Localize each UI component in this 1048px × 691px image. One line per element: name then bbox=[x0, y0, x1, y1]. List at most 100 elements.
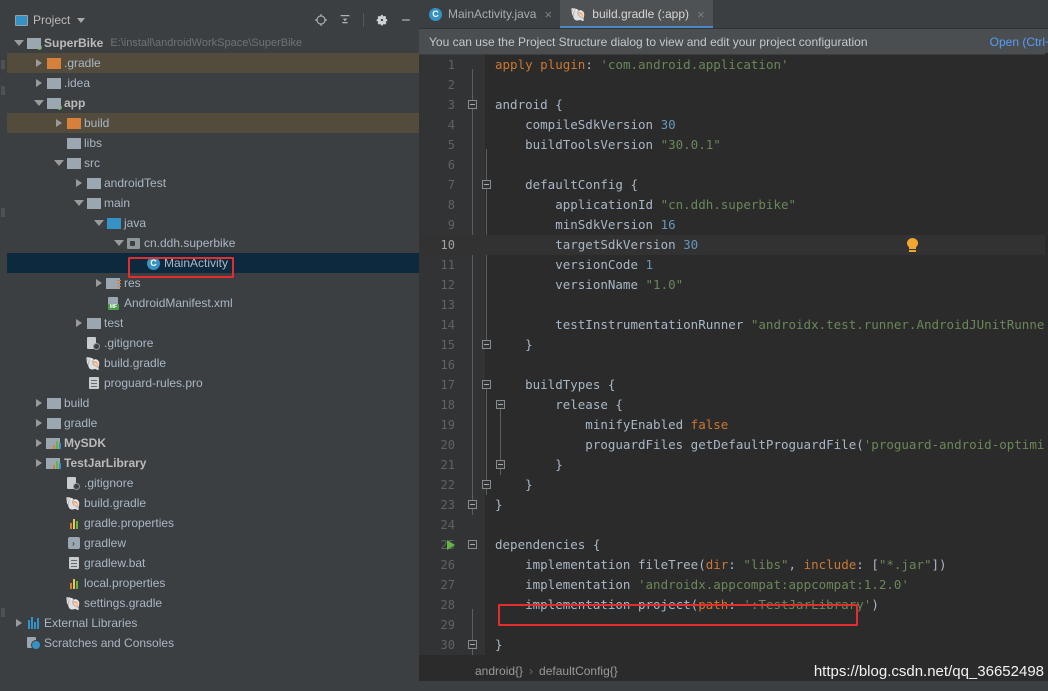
expand-arrow-collapsed-icon[interactable] bbox=[13, 613, 25, 633]
expand-arrow-collapsed-icon[interactable] bbox=[93, 273, 105, 293]
tool-window-nub[interactable] bbox=[1, 208, 5, 217]
tree-row-gradlew-bat[interactable]: gradlew.bat bbox=[7, 553, 419, 573]
tab-build-gradle-app[interactable]: 🐚 build.gradle (:app) × bbox=[560, 0, 713, 28]
expand-arrow[interactable] bbox=[53, 133, 65, 153]
expand-arrow-expanded-icon[interactable] bbox=[73, 193, 85, 213]
tree-row--gitignore[interactable]: .gitignore bbox=[7, 473, 419, 493]
expand-arrow-collapsed-icon[interactable] bbox=[33, 73, 45, 93]
close-icon[interactable]: × bbox=[542, 8, 552, 21]
expand-arrow[interactable] bbox=[73, 353, 85, 373]
tree-row-local-properties[interactable]: local.properties bbox=[7, 573, 419, 593]
code-line[interactable]: 21 } bbox=[419, 455, 1048, 475]
expand-arrow-collapsed-icon[interactable] bbox=[33, 433, 45, 453]
expand-arrow-collapsed-icon[interactable] bbox=[33, 393, 45, 413]
code-fold-marker[interactable] bbox=[468, 540, 477, 549]
tree-row--gradle[interactable]: .gradle bbox=[7, 53, 419, 73]
code-line[interactable]: 30} bbox=[419, 635, 1048, 655]
code-fold-marker[interactable] bbox=[482, 340, 491, 349]
code-line[interactable]: 7 defaultConfig { bbox=[419, 175, 1048, 195]
tree-row-build-gradle[interactable]: 🐚 build.gradle bbox=[7, 353, 419, 373]
tree-row-testjarlibrary[interactable]: TestJarLibrary bbox=[7, 453, 419, 473]
code-line[interactable]: 17 buildTypes { bbox=[419, 375, 1048, 395]
code-fold-marker[interactable] bbox=[496, 400, 505, 409]
expand-arrow[interactable] bbox=[53, 593, 65, 613]
expand-arrow-collapsed-icon[interactable] bbox=[73, 313, 85, 333]
code-fold-marker[interactable] bbox=[482, 180, 491, 189]
tab-mainactivity-java[interactable]: C MainActivity.java × bbox=[419, 0, 560, 28]
code-line[interactable]: 14 testInstrumentationRunner "androidx.t… bbox=[419, 315, 1048, 335]
minimize-icon[interactable] bbox=[399, 13, 413, 27]
expand-arrow[interactable] bbox=[73, 333, 85, 353]
tree-row-build-gradle[interactable]: 🐚 build.gradle bbox=[7, 493, 419, 513]
code-line[interactable]: 13 bbox=[419, 295, 1048, 315]
tree-row-main[interactable]: main bbox=[7, 193, 419, 213]
code-fold-marker[interactable] bbox=[468, 500, 477, 509]
code-line[interactable]: 11 versionCode 1 bbox=[419, 255, 1048, 275]
tool-window-nub[interactable] bbox=[1, 86, 5, 95]
expand-arrow-expanded-icon[interactable] bbox=[53, 153, 65, 173]
code-line[interactable]: 22 } bbox=[419, 475, 1048, 495]
code-line[interactable]: 16 bbox=[419, 355, 1048, 375]
code-line[interactable]: 4 compileSdkVersion 30 bbox=[419, 115, 1048, 135]
code-fold-marker[interactable] bbox=[482, 480, 491, 489]
code-line[interactable]: 23} bbox=[419, 495, 1048, 515]
tree-row-androidmanifest-xml[interactable]: MF AndroidManifest.xml bbox=[7, 293, 419, 313]
expand-arrow-expanded-icon[interactable] bbox=[113, 233, 125, 253]
code-line[interactable]: 9 minSdkVersion 16 bbox=[419, 215, 1048, 235]
expand-arrow-expanded-icon[interactable] bbox=[33, 93, 45, 113]
project-tree[interactable]: SuperBike E:\install\androidWorkSpace\Sup… bbox=[7, 32, 419, 653]
tree-row-build[interactable]: build bbox=[7, 113, 419, 133]
tree-row-scratches-and-consoles[interactable]: Scratches and Consoles bbox=[7, 633, 419, 653]
code-line[interactable]: 20 proguardFiles getDefaultProguardFile(… bbox=[419, 435, 1048, 455]
expand-arrow-collapsed-icon[interactable] bbox=[33, 53, 45, 73]
code-line[interactable]: 6 bbox=[419, 155, 1048, 175]
tree-row-settings-gradle[interactable]: 🐚 settings.gradle bbox=[7, 593, 419, 613]
code-line[interactable]: 15 } bbox=[419, 335, 1048, 355]
code-fold-marker[interactable] bbox=[482, 380, 491, 389]
code-line[interactable]: 28 implementation project(path: ':TestJa… bbox=[419, 595, 1048, 615]
code-line[interactable]: 8 applicationId "cn.ddh.superbike" bbox=[419, 195, 1048, 215]
tree-row-external-libraries[interactable]: External Libraries bbox=[7, 613, 419, 633]
gear-icon[interactable] bbox=[375, 13, 389, 27]
code-line[interactable]: 1 apply plugin: 'com.android.application' bbox=[419, 55, 1048, 75]
expand-arrow-expanded-icon[interactable] bbox=[13, 33, 25, 53]
code-line[interactable]: 24 bbox=[419, 515, 1048, 535]
code-fold-marker[interactable] bbox=[468, 640, 477, 649]
expand-arrow[interactable] bbox=[53, 493, 65, 513]
expand-arrow[interactable] bbox=[53, 553, 65, 573]
tree-row-test[interactable]: test bbox=[7, 313, 419, 333]
tree-row-libs[interactable]: libs bbox=[7, 133, 419, 153]
expand-arrow[interactable] bbox=[53, 533, 65, 553]
expand-arrow-collapsed-icon[interactable] bbox=[73, 173, 85, 193]
code-line[interactable]: 10 targetSdkVersion 30 bbox=[419, 235, 1048, 255]
tree-row--idea[interactable]: .idea bbox=[7, 73, 419, 93]
code-fold-marker[interactable] bbox=[468, 100, 477, 109]
expand-arrow[interactable] bbox=[133, 253, 145, 273]
run-gutter-icon[interactable] bbox=[447, 540, 455, 550]
code-editor[interactable]: 1 apply plugin: 'com.android.application'… bbox=[419, 55, 1048, 655]
breadcrumb-item-android[interactable]: android{} bbox=[475, 664, 523, 678]
expand-arrow-collapsed-icon[interactable] bbox=[33, 453, 45, 473]
code-line[interactable]: 2 bbox=[419, 75, 1048, 95]
code-line[interactable]: 29 bbox=[419, 615, 1048, 635]
tool-window-nub[interactable] bbox=[1, 60, 5, 69]
code-line[interactable]: 18 release { bbox=[419, 395, 1048, 415]
locate-target-icon[interactable] bbox=[314, 13, 328, 27]
code-line[interactable]: 3 android { bbox=[419, 95, 1048, 115]
tool-window-nub[interactable] bbox=[1, 608, 5, 617]
expand-arrow[interactable] bbox=[53, 473, 65, 493]
expand-arrow[interactable] bbox=[13, 633, 25, 653]
code-fold-marker[interactable] bbox=[496, 460, 505, 469]
tree-row-java[interactable]: java bbox=[7, 213, 419, 233]
collapse-all-icon[interactable] bbox=[338, 13, 352, 27]
expand-arrow[interactable] bbox=[93, 293, 105, 313]
breadcrumb-item-defaultconfig[interactable]: defaultConfig{} bbox=[539, 664, 618, 678]
chevron-down-icon[interactable] bbox=[77, 17, 86, 23]
expand-arrow-expanded-icon[interactable] bbox=[93, 213, 105, 233]
tree-row-gradle[interactable]: gradle bbox=[7, 413, 419, 433]
tree-row-mainactivity[interactable]: C MainActivity bbox=[7, 253, 419, 273]
tree-row-androidtest[interactable]: androidTest bbox=[7, 173, 419, 193]
code-line[interactable]: 12 versionName "1.0" bbox=[419, 275, 1048, 295]
code-line[interactable]: 25 dependencies { bbox=[419, 535, 1048, 555]
expand-arrow-collapsed-icon[interactable] bbox=[53, 113, 65, 133]
